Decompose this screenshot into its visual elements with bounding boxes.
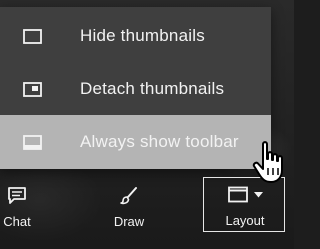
menu-item-always-show-toolbar[interactable]: Always show toolbar: [0, 115, 271, 169]
chat-label: Chat: [3, 214, 31, 229]
square-outline-icon: [23, 28, 42, 44]
caret-down-icon: [253, 191, 263, 197]
detached-window-icon: [23, 81, 42, 97]
layout-label: Layout: [225, 213, 265, 228]
draw-label: Draw: [113, 214, 145, 229]
window-with-bottom-bar-icon: [23, 134, 42, 150]
menu-item-detach-thumbnails[interactable]: Detach thumbnails: [0, 62, 271, 116]
hand-pointer-cursor-icon: [252, 141, 283, 183]
draw-button[interactable]: Draw: [109, 186, 149, 229]
menu-item-hide-thumbnails[interactable]: Hide thumbnails: [0, 9, 271, 63]
chat-icon: [8, 187, 26, 204]
window-layout-icon: [227, 186, 248, 203]
brush-icon: [120, 187, 137, 205]
menu-item-label: Hide thumbnails: [80, 26, 205, 45]
layout-menu: Hide thumbnails Detach thumbnails Always…: [0, 7, 271, 169]
layout-button-content[interactable]: Layout: [213, 186, 277, 228]
chat-button[interactable]: Chat: [0, 186, 34, 229]
menu-item-label: Always show toolbar: [80, 132, 239, 151]
menu-item-label: Detach thumbnails: [80, 79, 225, 98]
